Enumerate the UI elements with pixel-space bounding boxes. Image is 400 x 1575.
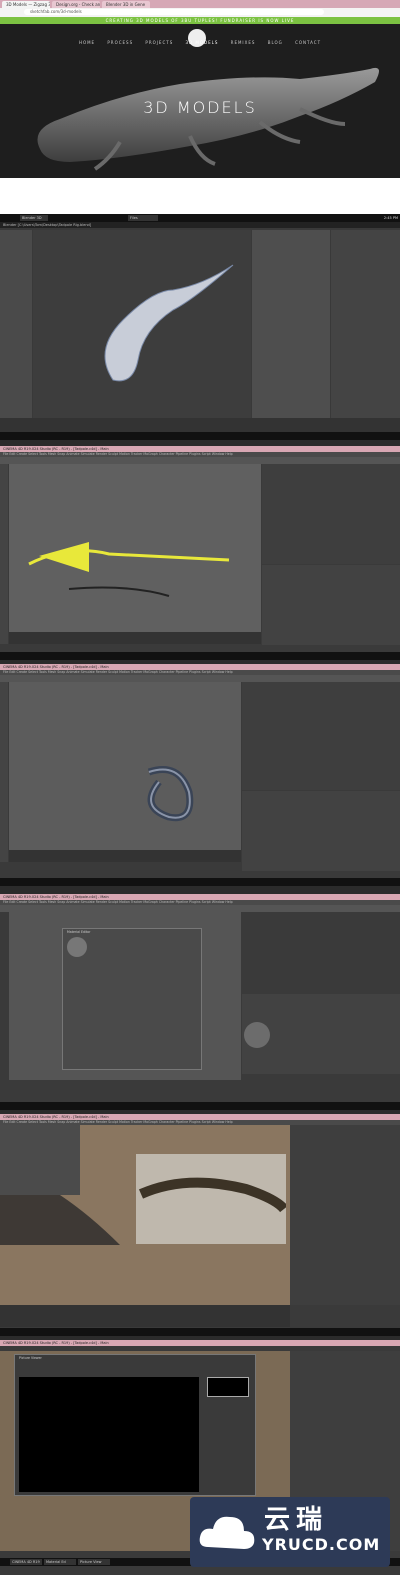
taskbar-item[interactable]: Picture View	[78, 1559, 110, 1565]
announcement-banner[interactable]: CREATING 3D MODELS OF 3BU TUPLES! FUNDRA…	[0, 17, 400, 24]
timeline[interactable]	[9, 850, 241, 862]
site-nav: HOME PROCESS PROJECTS 3D MODELS REMIXES …	[0, 40, 400, 45]
hero-section: HOME PROCESS PROJECTS 3D MODELS REMIXES …	[0, 24, 400, 178]
nav-projects[interactable]: PROJECTS	[145, 40, 173, 45]
cloud-logo-icon	[199, 1516, 255, 1549]
blender-window: Blender [C:\Users\Tom\Desktop\Tadpole Ri…	[0, 222, 400, 440]
properties-panel[interactable]	[252, 230, 330, 426]
mode-palette[interactable]	[0, 464, 8, 644]
nav-contact[interactable]: CONTACT	[295, 40, 321, 45]
outliner-panel[interactable]	[331, 230, 400, 426]
browser-window: 3D Models — Zigzag 3D Design.org - Check…	[0, 0, 400, 218]
dialog-title: Material Editor	[67, 930, 91, 934]
nav-process[interactable]: PROCESS	[107, 40, 133, 45]
taskbar: Blender 3D Files 2:45 PM	[0, 214, 400, 222]
nav-3d-models[interactable]: 3D MODELS	[186, 40, 219, 45]
tab-design[interactable]: Design.org - Check and Mac	[52, 1, 100, 8]
watermark: 云瑞 YRUCD.COM	[190, 1497, 390, 1567]
tab-bar: 3D Models — Zigzag 3D Design.org - Check…	[0, 0, 400, 8]
timeline[interactable]	[0, 418, 400, 432]
watermark-cn: 云瑞	[264, 1505, 329, 1535]
object-hierarchy[interactable]	[242, 682, 400, 790]
window-title: Blender [C:\Users\Tom\Desktop\Tadpole Ri…	[0, 222, 400, 228]
watermark-en: YRUCD.COM	[262, 1535, 381, 1554]
material-swatch[interactable]	[244, 1022, 270, 1048]
toolbar[interactable]	[0, 905, 400, 912]
tool-options-panel[interactable]	[0, 1125, 80, 1195]
render-thumbnail[interactable]	[207, 1377, 249, 1397]
mode-palette[interactable]	[0, 682, 8, 862]
render-canvas	[19, 1377, 199, 1492]
c4d-window-2: CINEMA 4D R19.024 Studio (RC - R19) - [T…	[0, 664, 400, 886]
perspective-viewport[interactable]	[9, 682, 241, 850]
nav-blog[interactable]: BLOG	[268, 40, 283, 45]
tab-3d-models[interactable]: 3D Models — Zigzag 3D	[2, 1, 50, 8]
taskbar	[0, 878, 400, 886]
tab-blender[interactable]: Blender 3D in Gene	[102, 1, 150, 8]
taskbar-item[interactable]: CINEMA 4D R19	[10, 1559, 42, 1565]
taskbar-item[interactable]: Files	[128, 215, 158, 221]
window-title: CINEMA 4D R19.024 Studio (RC - R19) - [T…	[0, 1340, 400, 1346]
3d-viewport[interactable]	[33, 230, 251, 418]
attribute-manager[interactable]	[262, 565, 400, 645]
taskbar	[0, 432, 400, 440]
toolbar[interactable]	[0, 457, 400, 464]
taskbar	[0, 652, 400, 660]
nav-remixes[interactable]: REMIXES	[231, 40, 256, 45]
c4d-window-3: CINEMA 4D R19.024 Studio (RC - R19) - [T…	[0, 894, 400, 1110]
c4d-window-1: CINEMA 4D R19.024 Studio (RC - R19) - [T…	[0, 446, 400, 660]
taskbar	[0, 1328, 400, 1336]
timeline[interactable]	[0, 1305, 290, 1327]
taskbar-item[interactable]: Blender 3D	[20, 215, 48, 221]
taskbar-item[interactable]: Material Ed	[44, 1559, 76, 1565]
dialog-title: Picture Viewer	[19, 1356, 42, 1360]
c4d-window-4: CINEMA 4D R19.024 Studio (RC - R19) - [T…	[0, 1114, 400, 1336]
tadpole-loop	[147, 766, 194, 822]
clock: 2:45 PM	[383, 216, 398, 220]
reference-tadpole	[138, 1177, 286, 1213]
object-manager[interactable]	[290, 1125, 400, 1305]
picture-viewer-dialog[interactable]: Picture Viewer	[14, 1354, 256, 1496]
nav-home[interactable]: HOME	[79, 40, 95, 45]
toolbar[interactable]	[0, 675, 400, 682]
material-preview	[67, 937, 87, 957]
tool-shelf[interactable]	[0, 230, 32, 426]
perspective-viewport[interactable]	[9, 464, 261, 632]
hero-title: 3D MODELS	[143, 98, 257, 117]
url-field[interactable]: sketchfab.com/3d-models	[24, 9, 324, 15]
timeline[interactable]	[9, 632, 261, 644]
tadpole-model	[104, 264, 234, 382]
page-body	[0, 178, 400, 218]
taskbar	[0, 1102, 400, 1110]
rig-joints	[28, 542, 230, 597]
object-manager[interactable]	[262, 464, 400, 564]
material-editor-dialog[interactable]: Material Editor	[62, 928, 202, 1070]
attribute-manager[interactable]	[242, 791, 400, 871]
reference-photo	[136, 1154, 286, 1244]
